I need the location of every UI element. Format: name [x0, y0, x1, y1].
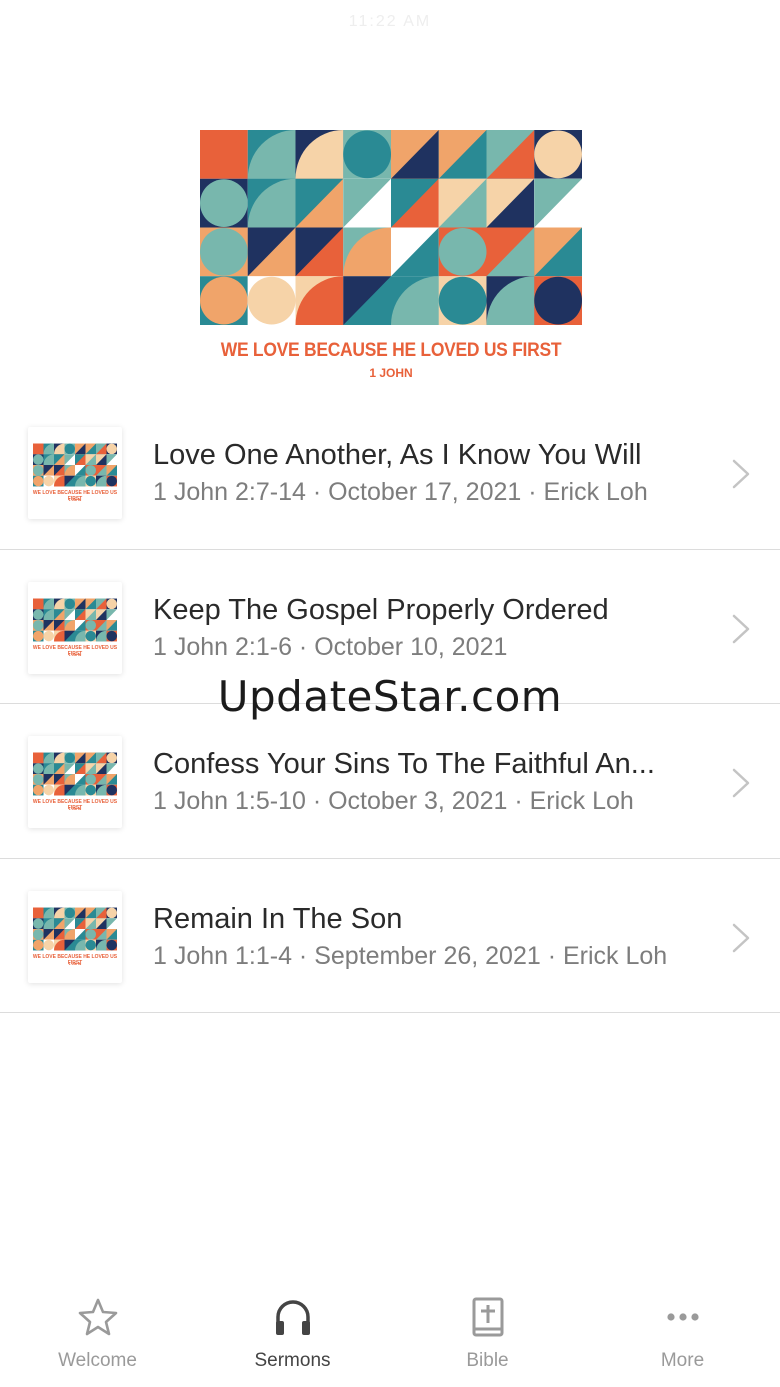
tab-sermons[interactable]: Sermons — [195, 1287, 390, 1387]
sermon-meta: 1 John 1:5-10 · October 3, 2021 · Erick … — [153, 787, 634, 815]
star-icon — [78, 1298, 117, 1336]
chevron-right-icon — [732, 768, 750, 798]
thumbnail-pattern-graphic — [33, 752, 117, 796]
chevron-right-icon — [732, 459, 750, 489]
thumbnail-subtitle: 1 JOHN — [68, 652, 82, 657]
tab-label: More — [660, 1350, 705, 1371]
more-icon — [666, 1313, 699, 1321]
sermon-thumbnail: WE LOVE BECAUSE HE LOVED US FIRST 1 JOHN — [28, 736, 122, 828]
chevron-right-icon — [732, 923, 750, 952]
watermark-text: UpdateStar.com — [217, 672, 563, 721]
sermon-meta: 1 John 2:1-6 · October 10, 2021 — [153, 632, 508, 661]
tab-more[interactable]: More — [585, 1287, 780, 1387]
sermon-title: Keep The Gospel Properly Ordered — [153, 593, 609, 626]
tab-label: Welcome — [58, 1350, 137, 1371]
sermon-meta: 1 John 2:7-14 · October 17, 2021 · Erick… — [153, 478, 648, 506]
bible-icon — [472, 1297, 503, 1337]
sermon-meta: 1 John 1:1-4 · September 26, 2021 · Eric… — [153, 941, 668, 970]
tab-welcome[interactable]: Welcome — [0, 1287, 195, 1387]
tab-bible[interactable]: Bible — [390, 1287, 585, 1387]
thumbnail-subtitle: 1 JOHN — [68, 807, 82, 811]
headphones-icon — [275, 1300, 310, 1335]
series-pattern-graphic — [200, 130, 582, 325]
thumbnail-pattern-graphic — [33, 907, 117, 950]
sermon-row[interactable]: WE LOVE BECAUSE HE LOVED US FIRST 1 JOHN… — [0, 704, 780, 859]
sermon-title: Love One Another, As I Know You Will — [153, 439, 642, 471]
sermon-thumbnail: WE LOVE BECAUSE HE LOVED US FIRST 1 JOHN — [28, 581, 122, 674]
thumbnail-pattern-graphic — [33, 598, 117, 641]
tab-label: Sermons — [254, 1350, 331, 1371]
sermon-title: Confess Your Sins To The Faithful An... — [153, 748, 655, 780]
series-title: WE LOVE BECAUSE HE LOVED US FIRST — [220, 340, 562, 361]
tab-bar: Welcome Sermons Bible More — [0, 1287, 780, 1387]
status-time: 11:22 AM — [348, 13, 432, 30]
thumbnail-subtitle: 1 JOHN — [68, 498, 82, 502]
thumbnail-pattern-graphic — [33, 443, 117, 487]
status-bar: 11:22 AM — [0, 0, 780, 44]
series-artwork: WE LOVE BECAUSE HE LOVED US FIRST 1 JOHN — [200, 130, 582, 390]
tab-label: Bible — [466, 1350, 509, 1371]
chevron-right-icon — [732, 614, 750, 643]
sermon-row[interactable]: WE LOVE BECAUSE HE LOVED US FIRST 1 JOHN… — [0, 395, 780, 550]
series-subtitle: 1 JOHN — [369, 366, 413, 380]
sermon-thumbnail: WE LOVE BECAUSE HE LOVED US FIRST 1 JOHN — [28, 427, 122, 519]
sermon-title: Remain In The Son — [153, 902, 403, 935]
sermon-row[interactable]: WE LOVE BECAUSE HE LOVED US FIRST 1 JOHN… — [0, 859, 780, 1013]
thumbnail-subtitle: 1 JOHN — [68, 961, 82, 966]
sermon-thumbnail: WE LOVE BECAUSE HE LOVED US FIRST 1 JOHN — [28, 890, 122, 983]
